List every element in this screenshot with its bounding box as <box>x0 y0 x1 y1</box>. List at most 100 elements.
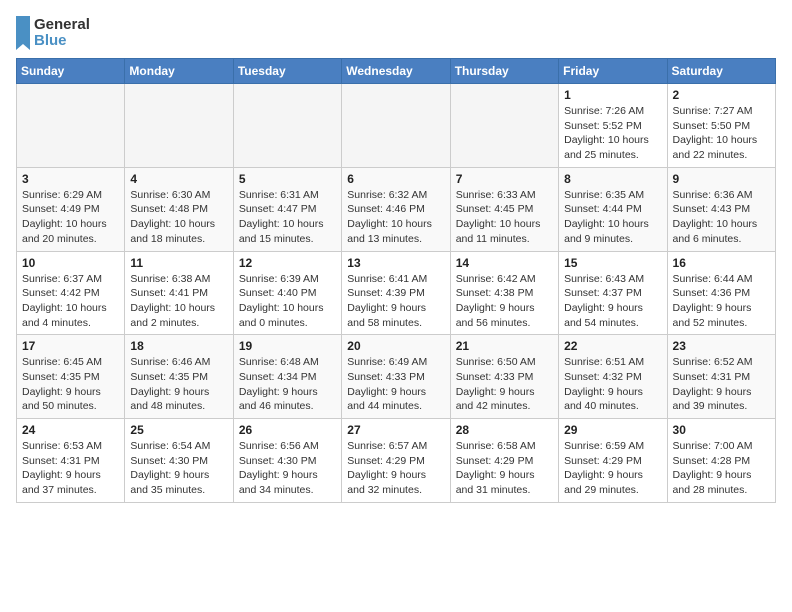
calendar-cell: 17 Sunrise: 6:45 AM Sunset: 4:35 PM Dayli… <box>17 335 125 419</box>
calendar-header-monday: Monday <box>125 59 233 84</box>
day-info: Sunrise: 6:39 AM Sunset: 4:40 PM Dayligh… <box>239 272 336 331</box>
calendar-week-row: 10 Sunrise: 6:37 AM Sunset: 4:42 PM Dayli… <box>17 251 776 335</box>
day-number: 20 <box>347 339 444 353</box>
day-info: Sunrise: 6:59 AM Sunset: 4:29 PM Dayligh… <box>564 439 661 498</box>
day-number: 27 <box>347 423 444 437</box>
calendar-header-row: SundayMondayTuesdayWednesdayThursdayFrid… <box>17 59 776 84</box>
day-number: 8 <box>564 172 661 186</box>
calendar-cell: 11 Sunrise: 6:38 AM Sunset: 4:41 PM Dayli… <box>125 251 233 335</box>
calendar-header-wednesday: Wednesday <box>342 59 450 84</box>
day-number: 26 <box>239 423 336 437</box>
day-number: 10 <box>22 256 119 270</box>
calendar-cell: 14 Sunrise: 6:42 AM Sunset: 4:38 PM Dayli… <box>450 251 558 335</box>
calendar-cell: 21 Sunrise: 6:50 AM Sunset: 4:33 PM Dayli… <box>450 335 558 419</box>
day-number: 15 <box>564 256 661 270</box>
day-number: 29 <box>564 423 661 437</box>
day-info: Sunrise: 6:43 AM Sunset: 4:37 PM Dayligh… <box>564 272 661 331</box>
day-number: 28 <box>456 423 553 437</box>
calendar-cell <box>342 84 450 168</box>
calendar-cell: 10 Sunrise: 6:37 AM Sunset: 4:42 PM Dayli… <box>17 251 125 335</box>
day-info: Sunrise: 7:27 AM Sunset: 5:50 PM Dayligh… <box>673 104 770 163</box>
calendar-header-sunday: Sunday <box>17 59 125 84</box>
logo-text: General Blue <box>34 17 90 50</box>
day-info: Sunrise: 6:56 AM Sunset: 4:30 PM Dayligh… <box>239 439 336 498</box>
day-number: 21 <box>456 339 553 353</box>
day-info: Sunrise: 6:29 AM Sunset: 4:49 PM Dayligh… <box>22 188 119 247</box>
day-number: 13 <box>347 256 444 270</box>
calendar-week-row: 24 Sunrise: 6:53 AM Sunset: 4:31 PM Dayli… <box>17 419 776 503</box>
day-info: Sunrise: 6:54 AM Sunset: 4:30 PM Dayligh… <box>130 439 227 498</box>
day-info: Sunrise: 6:57 AM Sunset: 4:29 PM Dayligh… <box>347 439 444 498</box>
logo-general: General <box>34 17 90 34</box>
calendar-cell: 20 Sunrise: 6:49 AM Sunset: 4:33 PM Dayli… <box>342 335 450 419</box>
calendar-cell <box>450 84 558 168</box>
calendar-cell: 25 Sunrise: 6:54 AM Sunset: 4:30 PM Dayli… <box>125 419 233 503</box>
day-number: 19 <box>239 339 336 353</box>
day-info: Sunrise: 6:49 AM Sunset: 4:33 PM Dayligh… <box>347 355 444 414</box>
calendar-cell: 30Sunrise: 7:00 AM Sunset: 4:28 PM Dayli… <box>667 419 775 503</box>
day-info: Sunrise: 6:51 AM Sunset: 4:32 PM Dayligh… <box>564 355 661 414</box>
calendar-cell: 3 Sunrise: 6:29 AM Sunset: 4:49 PM Daylig… <box>17 167 125 251</box>
calendar-cell: 16 Sunrise: 6:44 AM Sunset: 4:36 PM Dayli… <box>667 251 775 335</box>
calendar-header-friday: Friday <box>559 59 667 84</box>
day-info: Sunrise: 6:33 AM Sunset: 4:45 PM Dayligh… <box>456 188 553 247</box>
day-number: 1 <box>564 88 661 102</box>
day-info: Sunrise: 6:46 AM Sunset: 4:35 PM Dayligh… <box>130 355 227 414</box>
day-info: Sunrise: 6:36 AM Sunset: 4:43 PM Dayligh… <box>673 188 770 247</box>
calendar-cell: 26 Sunrise: 6:56 AM Sunset: 4:30 PM Dayli… <box>233 419 341 503</box>
day-number: 16 <box>673 256 770 270</box>
day-number: 3 <box>22 172 119 186</box>
day-info: Sunrise: 7:26 AM Sunset: 5:52 PM Dayligh… <box>564 104 661 163</box>
calendar-cell: 27 Sunrise: 6:57 AM Sunset: 4:29 PM Dayli… <box>342 419 450 503</box>
day-number: 17 <box>22 339 119 353</box>
calendar-cell: 28 Sunrise: 6:58 AM Sunset: 4:29 PM Dayli… <box>450 419 558 503</box>
calendar-cell <box>125 84 233 168</box>
day-info: Sunrise: 6:53 AM Sunset: 4:31 PM Dayligh… <box>22 439 119 498</box>
day-number: 9 <box>673 172 770 186</box>
calendar-cell: 4Sunrise: 6:30 AM Sunset: 4:48 PM Daylig… <box>125 167 233 251</box>
day-number: 24 <box>22 423 119 437</box>
day-number: 11 <box>130 256 227 270</box>
day-info: Sunrise: 6:58 AM Sunset: 4:29 PM Dayligh… <box>456 439 553 498</box>
day-info: Sunrise: 6:41 AM Sunset: 4:39 PM Dayligh… <box>347 272 444 331</box>
day-number: 25 <box>130 423 227 437</box>
calendar-cell: 23Sunrise: 6:52 AM Sunset: 4:31 PM Dayli… <box>667 335 775 419</box>
calendar-cell <box>233 84 341 168</box>
day-info: Sunrise: 6:48 AM Sunset: 4:34 PM Dayligh… <box>239 355 336 414</box>
calendar-cell: 24 Sunrise: 6:53 AM Sunset: 4:31 PM Dayli… <box>17 419 125 503</box>
calendar-cell: 1 Sunrise: 7:26 AM Sunset: 5:52 PM Daylig… <box>559 84 667 168</box>
day-number: 12 <box>239 256 336 270</box>
calendar-cell: 5Sunrise: 6:31 AM Sunset: 4:47 PM Daylig… <box>233 167 341 251</box>
calendar-header-tuesday: Tuesday <box>233 59 341 84</box>
day-info: Sunrise: 6:30 AM Sunset: 4:48 PM Dayligh… <box>130 188 227 247</box>
calendar-cell: 13 Sunrise: 6:41 AM Sunset: 4:39 PM Dayli… <box>342 251 450 335</box>
calendar-cell: 2Sunrise: 7:27 AM Sunset: 5:50 PM Daylig… <box>667 84 775 168</box>
day-number: 14 <box>456 256 553 270</box>
day-number: 6 <box>347 172 444 186</box>
logo: General Blue <box>16 16 90 50</box>
day-number: 23 <box>673 339 770 353</box>
logo-shape-icon <box>16 16 30 50</box>
calendar-cell: 18Sunrise: 6:46 AM Sunset: 4:35 PM Dayli… <box>125 335 233 419</box>
calendar-cell: 19 Sunrise: 6:48 AM Sunset: 4:34 PM Dayli… <box>233 335 341 419</box>
calendar-cell: 12 Sunrise: 6:39 AM Sunset: 4:40 PM Dayli… <box>233 251 341 335</box>
calendar-cell <box>17 84 125 168</box>
calendar: SundayMondayTuesdayWednesdayThursdayFrid… <box>16 58 776 503</box>
day-number: 22 <box>564 339 661 353</box>
calendar-week-row: 3 Sunrise: 6:29 AM Sunset: 4:49 PM Daylig… <box>17 167 776 251</box>
day-info: Sunrise: 6:45 AM Sunset: 4:35 PM Dayligh… <box>22 355 119 414</box>
day-info: Sunrise: 6:37 AM Sunset: 4:42 PM Dayligh… <box>22 272 119 331</box>
logo-container: General Blue <box>16 16 90 50</box>
calendar-cell: 22 Sunrise: 6:51 AM Sunset: 4:32 PM Dayli… <box>559 335 667 419</box>
day-info: Sunrise: 6:32 AM Sunset: 4:46 PM Dayligh… <box>347 188 444 247</box>
day-info: Sunrise: 6:42 AM Sunset: 4:38 PM Dayligh… <box>456 272 553 331</box>
day-info: Sunrise: 6:44 AM Sunset: 4:36 PM Dayligh… <box>673 272 770 331</box>
calendar-header-saturday: Saturday <box>667 59 775 84</box>
header: General Blue <box>16 16 776 50</box>
day-info: Sunrise: 6:50 AM Sunset: 4:33 PM Dayligh… <box>456 355 553 414</box>
day-info: Sunrise: 7:00 AM Sunset: 4:28 PM Dayligh… <box>673 439 770 498</box>
calendar-cell: 8Sunrise: 6:35 AM Sunset: 4:44 PM Daylig… <box>559 167 667 251</box>
calendar-header-thursday: Thursday <box>450 59 558 84</box>
calendar-cell: 15 Sunrise: 6:43 AM Sunset: 4:37 PM Dayli… <box>559 251 667 335</box>
day-info: Sunrise: 6:38 AM Sunset: 4:41 PM Dayligh… <box>130 272 227 331</box>
